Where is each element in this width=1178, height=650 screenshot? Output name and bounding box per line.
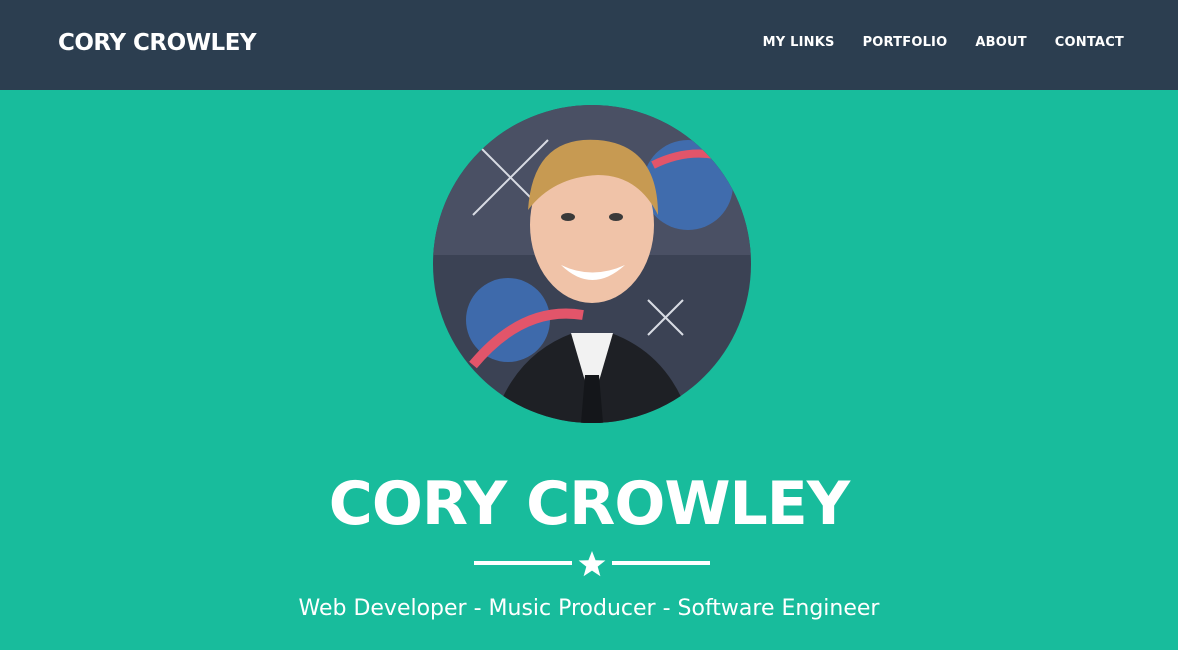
nav-menu: MY LINKS PORTFOLIO ABOUT CONTACT [763,34,1124,52]
brand-link[interactable]: CORY CROWLEY [58,28,257,58]
divider-line-left [474,561,572,565]
hero-section: CORY CROWLEY Web Developer - Music Produ… [0,90,1178,650]
profile-avatar [433,105,751,423]
divider-line-right [612,561,710,565]
profile-photo [433,105,751,423]
hero-name: CORY CROWLEY [328,469,850,539]
nav-link-my-links[interactable]: MY LINKS [763,34,835,52]
star-icon [578,551,606,577]
nav-link-about[interactable]: ABOUT [975,34,1026,52]
hero-tagline: Web Developer - Music Producer - Softwar… [298,596,880,621]
nav-link-contact[interactable]: CONTACT [1055,34,1124,52]
hero-divider [474,550,710,578]
nav-link-portfolio[interactable]: PORTFOLIO [863,34,948,52]
navbar: CORY CROWLEY MY LINKS PORTFOLIO ABOUT CO… [0,0,1178,90]
